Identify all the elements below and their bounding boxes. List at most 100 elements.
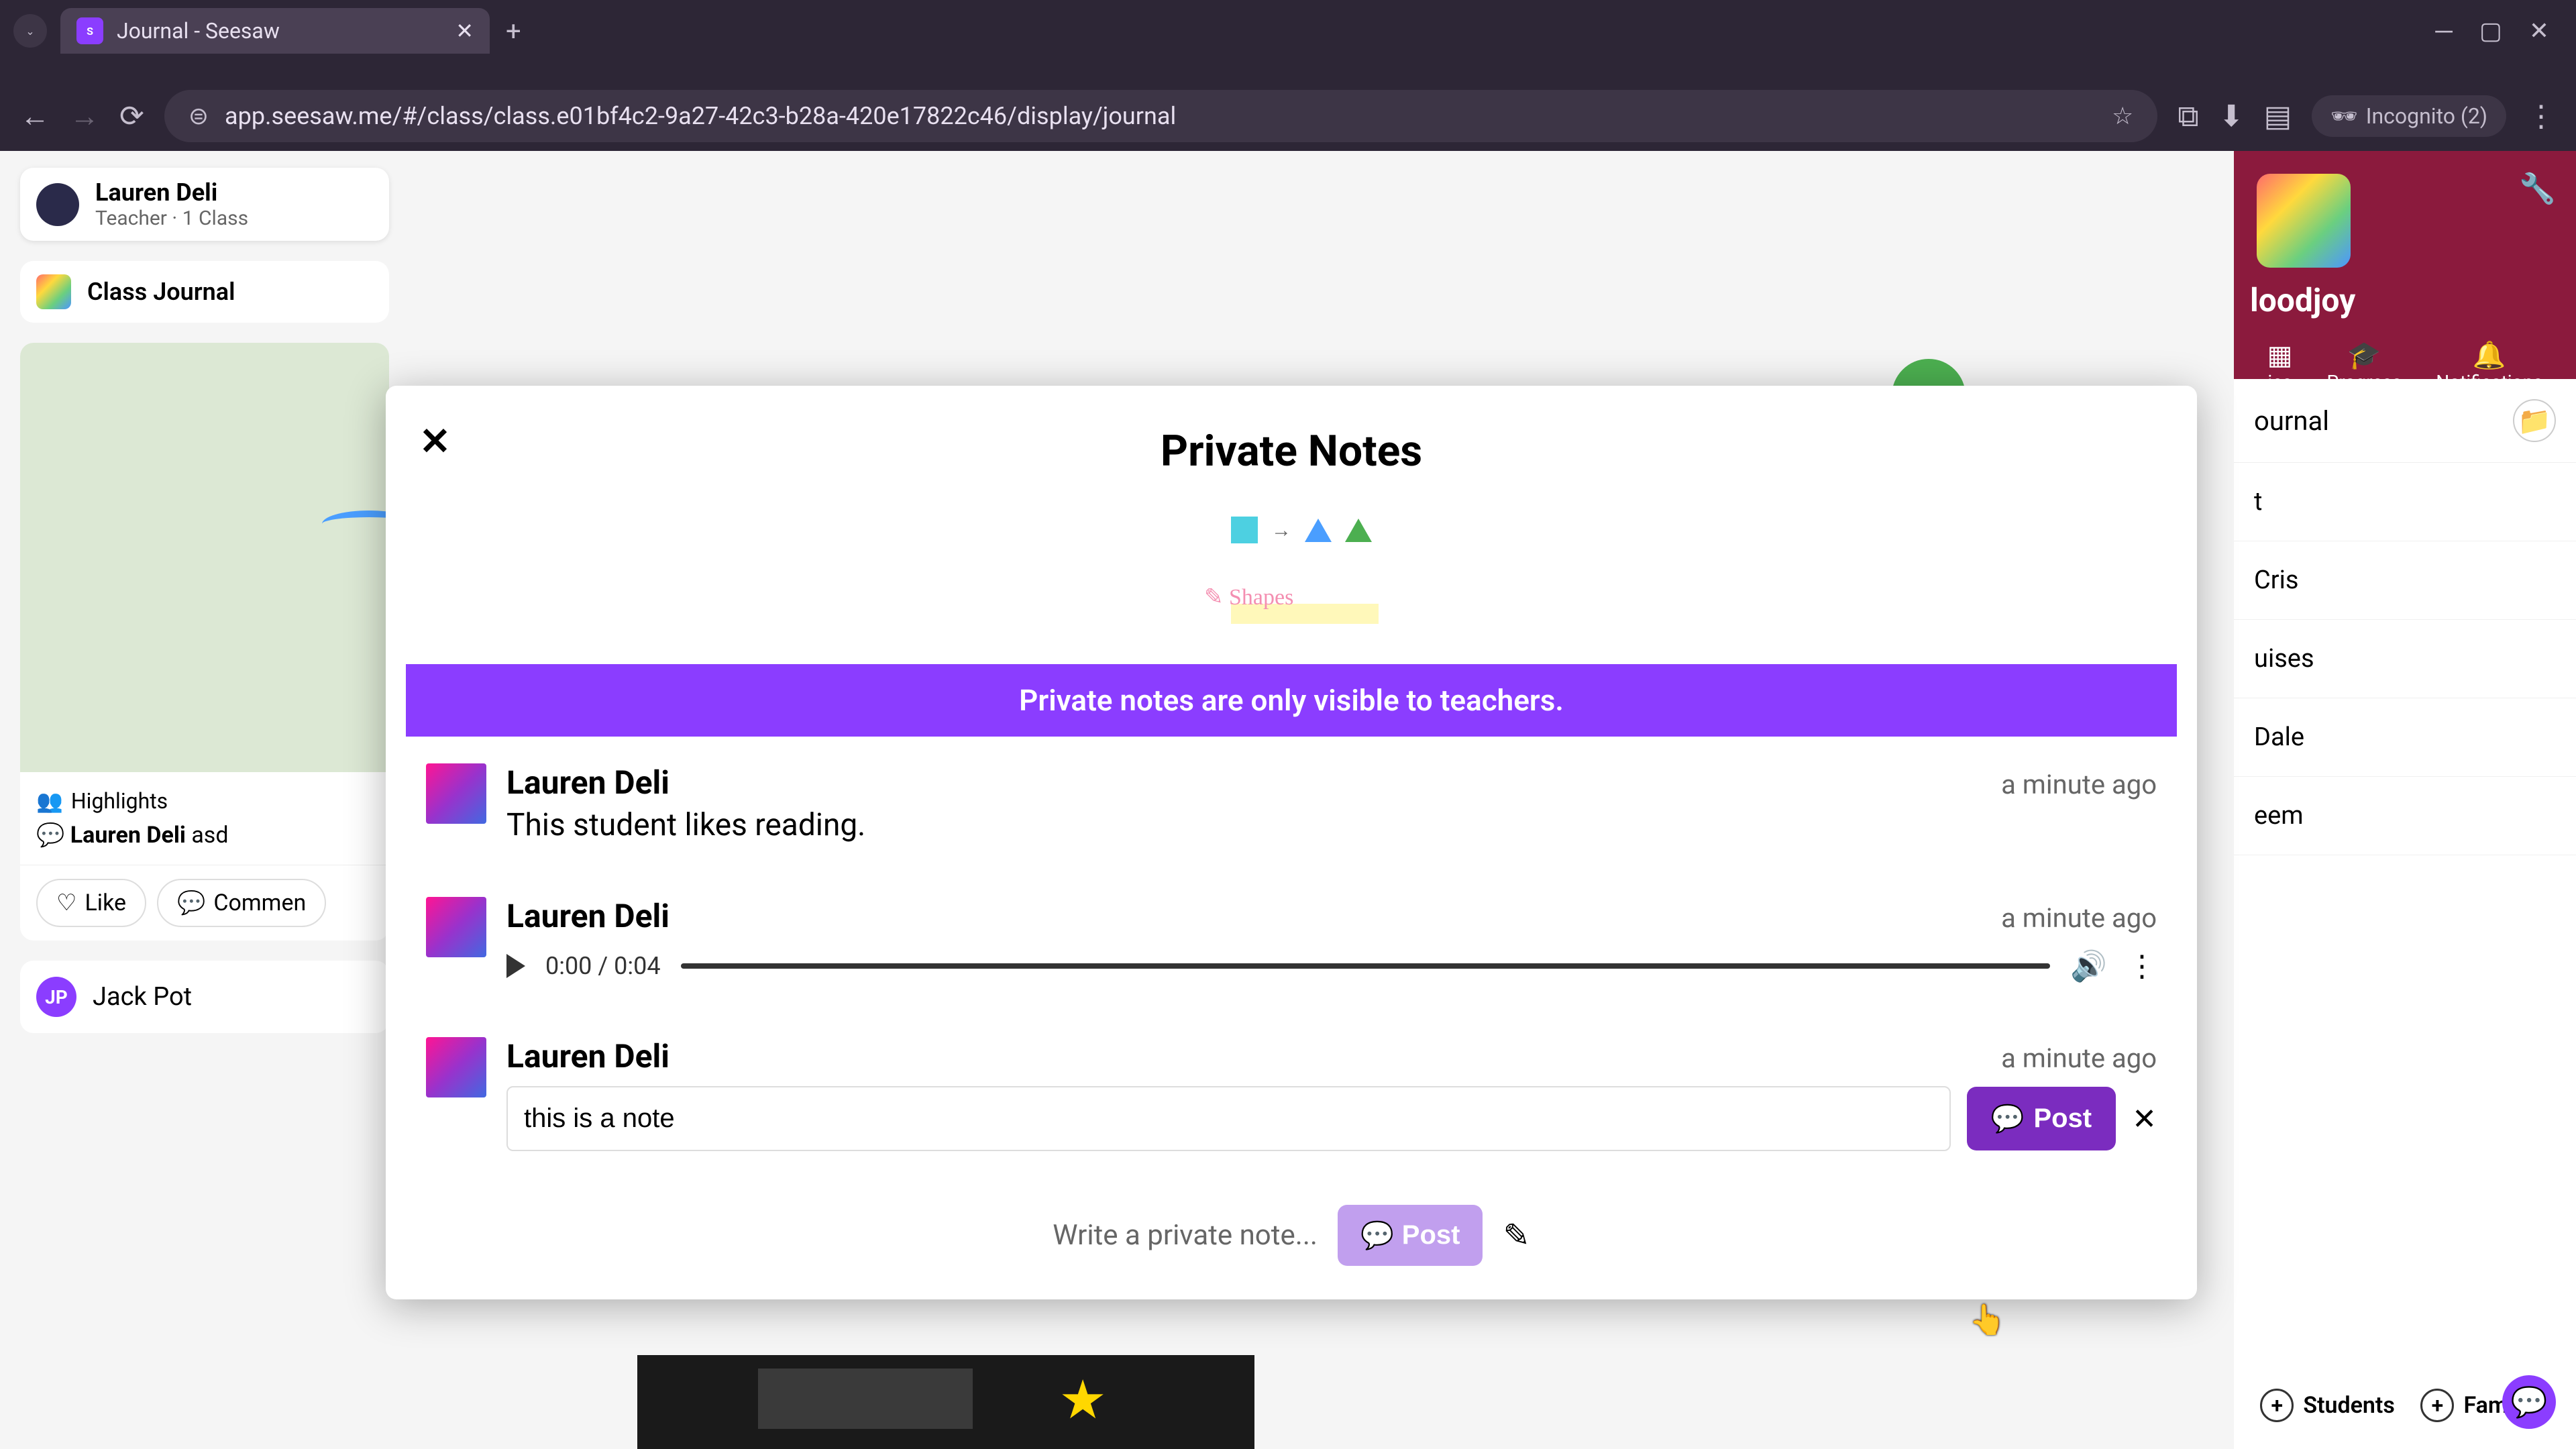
post-author-row: 💬 Lauren Deli asd <box>36 822 373 849</box>
note-avatar <box>426 897 486 957</box>
note-timestamp: a minute ago <box>2001 1042 2157 1074</box>
plus-icon: + <box>2260 1389 2294 1422</box>
close-icon[interactable]: ✕ <box>419 419 451 464</box>
cancel-icon[interactable]: ✕ <box>2132 1102 2157 1136</box>
note-author: Lauren Deli <box>506 897 669 935</box>
note-item-editing: Lauren Deli a minute ago 💬 Post ✕ <box>386 1010 2197 1178</box>
student-item[interactable]: Cris <box>2234 541 2576 620</box>
comment-icon: 💬 <box>177 890 205 916</box>
incognito-badge[interactable]: 🕶 Incognito (2) <box>2312 95 2506 137</box>
wrench-icon[interactable]: 🔧 <box>2519 171 2556 206</box>
chat-icon: 💬 <box>1991 1103 2025 1134</box>
tab-search-dropdown[interactable]: ⌄ <box>13 14 47 48</box>
comment-button[interactable]: 💬 Commen <box>157 879 326 927</box>
modal-banner: Private notes are only visible to teache… <box>406 664 2177 737</box>
address-bar[interactable]: ⊜ app.seesaw.me/#/class/class.e01bf4c2-9… <box>164 90 2157 142</box>
star-icon[interactable]: ☆ <box>2112 102 2133 130</box>
menu-icon[interactable]: ⋮ <box>2526 99 2556 133</box>
teacher-profile-chip[interactable]: Lauren Deli Teacher · 1 Class <box>20 168 389 241</box>
tab-activities[interactable]: ▦ ies <box>2267 339 2293 393</box>
note-author: Lauren Deli <box>506 763 669 802</box>
class-journal-chip[interactable]: Class Journal <box>20 261 389 323</box>
drawing-stroke <box>322 511 389 537</box>
downloads-icon[interactable]: ⬇ <box>2219 99 2244 133</box>
audio-scrubber[interactable] <box>681 963 2051 969</box>
bell-icon: 🔔 <box>2436 339 2542 371</box>
activities-icon: ▦ <box>2267 339 2293 371</box>
maximize-icon[interactable]: ▢ <box>2479 17 2502 45</box>
browser-tab-strip: ⌄ S Journal - Seesaw ✕ + ─ ▢ ✕ <box>0 0 2576 80</box>
post-button[interactable]: 💬 Post <box>1967 1087 2116 1150</box>
new-tab-button[interactable]: + <box>506 15 521 47</box>
people-icon: 👥 <box>36 788 63 814</box>
folder-button[interactable]: 📁 <box>2513 399 2556 442</box>
progress-icon: 🎓 <box>2327 339 2402 371</box>
student-item[interactable]: t <box>2234 463 2576 541</box>
browser-nav-bar: ← → ⟳ ⊜ app.seesaw.me/#/class/class.e01b… <box>0 80 2576 151</box>
seesaw-favicon: S <box>76 17 103 44</box>
modal-footer: Write a private note... 💬 Post ✎ <box>386 1178 2197 1299</box>
note-author: Lauren Deli <box>506 1037 669 1075</box>
site-info-icon[interactable]: ⊜ <box>189 102 209 130</box>
browser-tab[interactable]: S Journal - Seesaw ✕ <box>60 8 490 54</box>
note-timestamp: a minute ago <box>2001 902 2157 934</box>
post-row[interactable]: JP Jack Pot <box>20 961 389 1033</box>
post-canvas[interactable] <box>20 343 389 772</box>
triangle-shape <box>1345 519 1372 542</box>
play-icon[interactable] <box>506 954 525 978</box>
teacher-role: Teacher · 1 Class <box>95 207 248 230</box>
folder-icon: 📁 <box>2518 405 2551 437</box>
footer-post-button[interactable]: 💬 Post <box>1338 1205 1483 1266</box>
reader-icon[interactable]: ▤ <box>2264 99 2292 133</box>
arrow-icon: → <box>1271 519 1291 542</box>
modal-title: Private Notes <box>386 386 2197 496</box>
reload-icon[interactable]: ⟳ <box>119 99 144 133</box>
forward-icon: → <box>70 99 99 133</box>
note-text: This student likes reading. <box>506 807 2157 843</box>
new-note-placeholder[interactable]: Write a private note... <box>1053 1219 1318 1252</box>
teacher-name: Lauren Deli <box>95 178 248 207</box>
microphone-icon[interactable]: ✎ <box>1503 1216 1529 1254</box>
audio-player: 0:00 / 0:04 🔊 ⋮ <box>506 949 2157 983</box>
teacher-avatar <box>36 183 79 226</box>
thumbnail-text: ✎ Shapes <box>1204 584 1293 610</box>
minimize-icon[interactable]: ─ <box>2435 17 2453 45</box>
close-icon[interactable]: ✕ <box>455 18 474 44</box>
chat-icon: 💬 <box>36 822 64 849</box>
student-item[interactable]: uises <box>2234 620 2576 698</box>
journal-post: 👥 Highlights 💬 Lauren Deli asd ♡ Like 💬 … <box>20 343 389 941</box>
plus-icon: + <box>2420 1389 2454 1422</box>
url-text: app.seesaw.me/#/class/class.e01bf4c2-9a2… <box>225 102 2096 130</box>
note-edit-input[interactable] <box>506 1086 1951 1151</box>
student-item[interactable]: eem <box>2234 777 2576 855</box>
note-item: Lauren Deli a minute ago This student li… <box>386 737 2197 870</box>
chat-icon: 💬 <box>2511 1385 2548 1419</box>
highlights-label[interactable]: 👥 Highlights <box>36 788 373 814</box>
right-sidebar: 🔧 loodjoy ▦ ies 🎓 Progress 🔔 Notificatio… <box>2234 151 2576 1449</box>
post-media: ★ <box>637 1355 1254 1449</box>
extensions-icon[interactable]: ⧉ <box>2178 99 2198 133</box>
square-shape <box>1231 517 1258 543</box>
add-students-button[interactable]: + Students <box>2260 1389 2394 1422</box>
incognito-icon: 🕶 <box>2330 103 2358 129</box>
student-item[interactable]: Dale <box>2234 698 2576 777</box>
triangle-shape <box>1305 519 1332 542</box>
help-chat-button[interactable]: 💬 <box>2502 1375 2556 1429</box>
tab-notifications[interactable]: 🔔 Notifications <box>2436 339 2542 393</box>
class-icon <box>36 274 71 309</box>
chat-icon: 💬 <box>1360 1220 1394 1251</box>
tab-title: Journal - Seesaw <box>117 18 442 44</box>
page-content: Lauren Deli Teacher · 1 Class Class Jour… <box>0 151 2576 1449</box>
student-name: Jack Pot <box>93 982 192 1012</box>
volume-icon[interactable]: 🔊 <box>2070 949 2107 983</box>
close-window-icon[interactable]: ✕ <box>2529 17 2549 45</box>
like-button[interactable]: ♡ Like <box>36 879 146 927</box>
back-icon[interactable]: ← <box>20 99 50 133</box>
note-avatar <box>426 763 486 824</box>
note-timestamp: a minute ago <box>2001 769 2157 800</box>
more-icon[interactable]: ⋮ <box>2127 949 2157 983</box>
private-notes-modal: ✕ Private Notes → ✎ Shapes Private notes… <box>386 386 2197 1299</box>
tab-progress[interactable]: 🎓 Progress <box>2327 339 2402 393</box>
student-avatar: JP <box>36 977 76 1017</box>
audio-time: 0:00 / 0:04 <box>545 952 661 980</box>
